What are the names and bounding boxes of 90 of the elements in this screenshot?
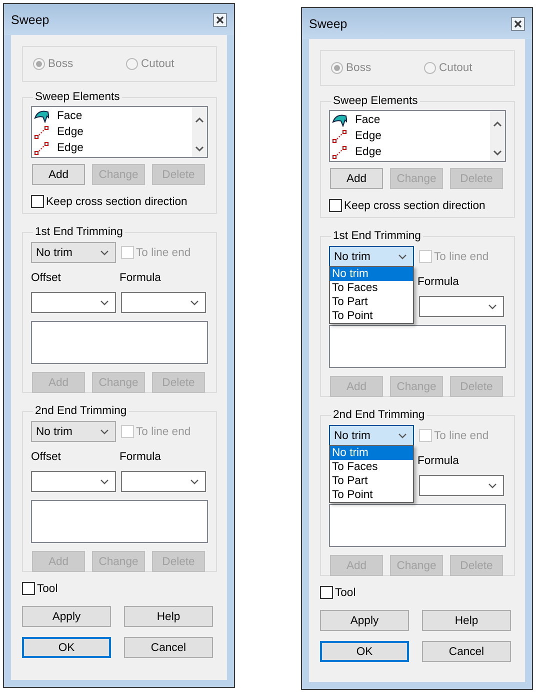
dropdown-field[interactable]: No trim [329,425,414,446]
chevron-down-icon[interactable] [190,478,199,484]
list-item[interactable]: Edge [355,146,382,158]
close-icon[interactable] [213,12,227,26]
menu-item[interactable]: To Point [330,309,413,323]
button[interactable]: Cancel [124,637,213,658]
menu-item[interactable]: To Point [330,488,413,502]
checkbox-label: To line end [434,430,489,442]
scroll-down-icon[interactable] [195,146,204,152]
chevron-down-icon[interactable] [488,482,497,488]
chevron-down-icon[interactable] [100,478,109,484]
radio-label: Cutout [141,58,174,70]
menu-item[interactable]: To Part [330,295,413,309]
button[interactable]: OK [320,641,409,662]
menu-item[interactable]: No trim [330,267,413,281]
checkbox-label: Keep cross section direction [46,196,188,208]
chevron-down-icon[interactable] [190,300,199,306]
chevron-down-icon[interactable] [398,432,407,438]
dropdown-field[interactable] [31,292,116,313]
dropdown-field[interactable]: No trim [31,421,116,442]
list-item[interactable]: Edge [355,130,382,142]
checkbox-label: To line end [434,250,489,262]
scroll-up-icon[interactable] [493,121,502,127]
text-area[interactable] [329,325,506,368]
group-title: 1st End Trimming [332,229,422,243]
field-label: Formula [418,276,460,290]
list-item[interactable]: Edge [57,142,84,154]
dropdown-field[interactable] [419,475,504,496]
button[interactable]: Help [124,606,213,627]
group-title: Sweep Elements [34,90,121,104]
button[interactable]: Help [422,610,511,631]
button[interactable]: Apply [320,610,409,631]
dropdown-field[interactable] [419,296,504,317]
radio-label: Boss [346,62,372,74]
button[interactable]: OK [22,637,111,658]
checkbox[interactable] [22,582,35,595]
field-label: Formula [120,451,162,465]
edge-icon [332,129,347,143]
button[interactable]: Cancel [422,641,511,662]
group-title: Sweep Elements [332,94,419,108]
surface-icon [332,113,347,127]
dropdown-field[interactable] [121,471,206,492]
text-area[interactable] [31,500,208,543]
checkbox[interactable] [320,586,333,599]
chevron-down-icon[interactable] [100,428,109,434]
dropdown-field[interactable] [121,292,206,313]
checkbox-label: Tool [37,582,58,594]
list-item[interactable]: Face [355,114,380,126]
group-title: 2nd End Trimming [34,404,128,418]
menu-item[interactable]: No trim [330,446,413,460]
menu-item[interactable]: To Part [330,474,413,488]
checkbox[interactable] [31,195,44,208]
list-item[interactable]: Edge [57,126,84,138]
checkbox-label: To line end [136,246,191,258]
chevron-down-icon[interactable] [488,304,497,310]
radio-label: Boss [48,58,74,70]
checkbox-label: To line end [136,426,191,438]
button[interactable]: Apply [22,606,111,627]
group-title: 1st End Trimming [34,225,124,239]
edge-icon [34,125,49,139]
menu-item[interactable]: To Faces [330,460,413,474]
radio-label: Cutout [439,62,472,74]
list-item[interactable]: Face [57,110,82,122]
scroll-down-icon[interactable] [493,150,502,156]
button[interactable]: Add [32,164,85,185]
field-label: Offset [31,451,62,465]
dropdown-field[interactable]: No trim [329,246,414,267]
chevron-down-icon[interactable] [100,300,109,306]
close-icon[interactable] [511,16,525,30]
field-label: Formula [418,455,460,469]
edge-icon [34,141,49,155]
dropdown-field[interactable]: No trim [31,242,116,263]
menu-item[interactable]: To Faces [330,281,413,295]
text-area[interactable] [329,504,506,547]
dropdown-field[interactable] [31,471,116,492]
surface-icon [34,109,49,123]
edge-icon [332,145,347,159]
scroll-up-icon[interactable] [195,117,204,123]
field-label: Offset [31,272,62,286]
chevron-down-icon[interactable] [398,254,407,260]
window-title: Sweep [11,12,50,26]
button[interactable]: Add [330,168,383,189]
checkbox-label: Keep cross section direction [344,200,486,212]
checkbox[interactable] [329,199,342,212]
window-title: Sweep [309,16,348,30]
group-title: 2nd End Trimming [332,408,426,422]
text-area[interactable] [31,321,208,364]
chevron-down-icon[interactable] [100,250,109,256]
field-label: Formula [120,272,162,286]
checkbox-label: Tool [335,586,356,598]
